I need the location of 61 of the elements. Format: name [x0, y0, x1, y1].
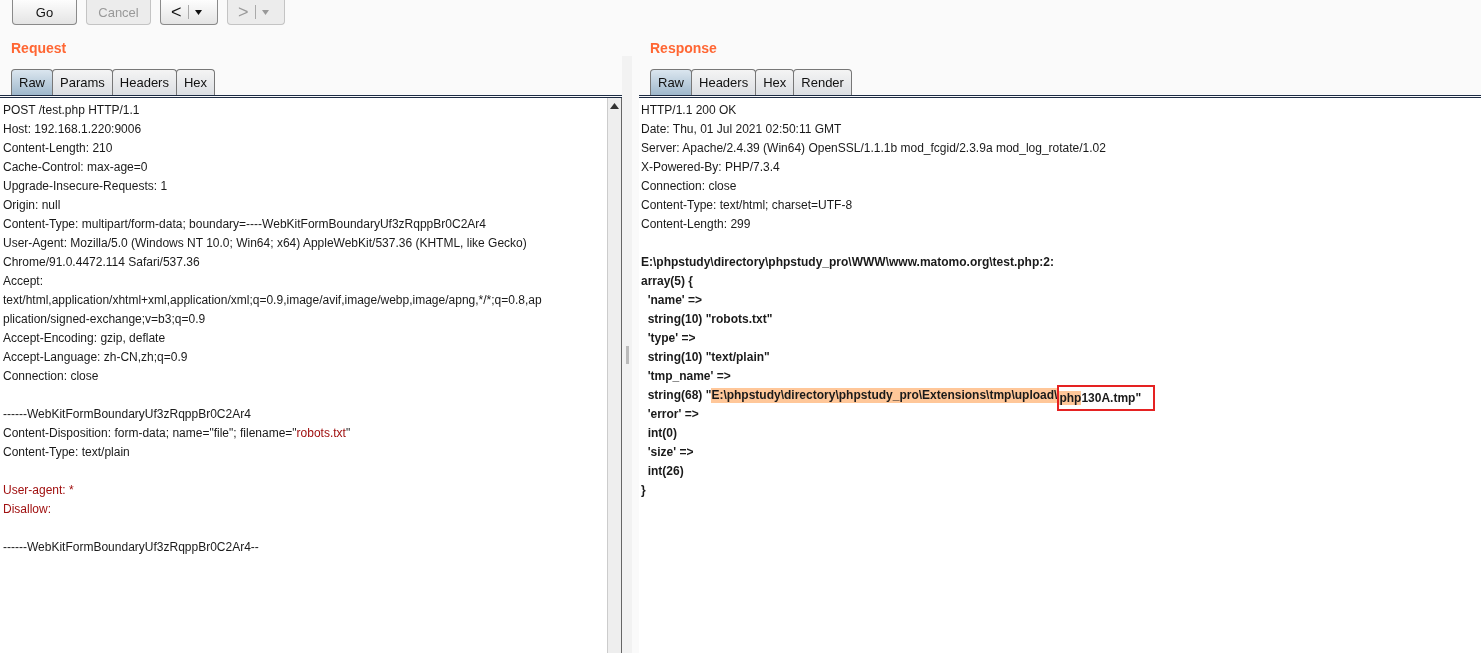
code-line: Content-Type: multipart/form-data; boundary=----WebKitFormBoundaryUf3zRqppBr0C2Ar4	[3, 216, 487, 233]
code-line: E:\phpstudy\directory\phpstudy_pro\WWW\www.matomo.org\test.php:2:	[641, 254, 1055, 271]
code-line: ------WebKitFormBoundaryUf3zRqppBr0C2Ar4--	[3, 539, 260, 556]
message-editor[interactable]	[0, 98, 622, 653]
code-line: HTTP/1.1 200 OK	[641, 102, 738, 119]
code-line: Content-Type: text/html; charset=UTF-8	[641, 197, 854, 214]
code-line: 'error' =>	[646, 406, 700, 423]
tab[interactable]: Headers	[111, 69, 177, 95]
code-line: Disallow:	[3, 501, 52, 518]
code-line: Connection: close	[641, 178, 738, 195]
code-line: Accept-Language: zh-CN,zh;q=0.9	[3, 349, 189, 366]
code-line: Content-Disposition: form-data; name="file"; filename="robots.txt"	[3, 425, 352, 442]
tab[interactable]: Raw	[650, 69, 692, 95]
code-line: Cache-Control: max-age=0	[3, 159, 149, 176]
code-line: Date: Thu, 01 Jul 2021 02:50:11 GMT	[641, 121, 843, 138]
annotation-box: php130A.tmp"	[1057, 384, 1156, 411]
code-line: Content-Length: 299	[641, 216, 752, 233]
code-line: Server: Apache/2.4.39 (Win64) OpenSSL/1.1.1b mod_fcgid/2.3.9a mod_log_rotate/1.02	[641, 140, 1107, 157]
code-line: Chrome/91.0.4472.114 Safari/537.36	[3, 254, 201, 271]
code-line: Host: 192.168.1.220:9006	[3, 121, 143, 138]
tab[interactable]: Render	[793, 69, 852, 95]
pane-title: Request	[10, 39, 68, 56]
caret-icon	[194, 9, 202, 15]
code-line: int(26)	[646, 463, 685, 480]
code-line: 'type' =>	[646, 330, 697, 347]
code-line: plication/signed-exchange;v=b3;q=0.9	[3, 311, 207, 328]
message-editor[interactable]	[639, 98, 1481, 653]
code-line: Content-Type: text/plain	[3, 444, 131, 461]
scrollbar[interactable]	[607, 98, 622, 653]
code-line: User-agent: *	[3, 482, 75, 499]
code-line: 'name' =>	[646, 292, 704, 309]
code-line: User-Agent: Mozilla/5.0 (Windows NT 10.0; Win64; x64) AppleWebKit/537.36 (KHTML, like Gecko)	[3, 235, 528, 252]
code-line: X-Powered-By: PHP/7.3.4	[641, 159, 781, 176]
code-line: }	[641, 482, 647, 499]
scroll-up-icon[interactable]	[610, 103, 619, 109]
caret-icon	[261, 9, 269, 15]
tab[interactable]: Hex	[755, 69, 795, 95]
highlighted-text: E:\phpstudy\directory\phpstudy_pro\Extensions\tmp\upload\	[711, 388, 1058, 403]
code-line: Upgrade-Insecure-Requests: 1	[3, 178, 169, 195]
code-line: Accept:	[3, 273, 45, 290]
tab[interactable]: Params	[52, 69, 113, 95]
code-line: Connection: close	[3, 368, 100, 385]
code-line: 'tmp_name' =>	[646, 368, 732, 385]
code-line: POST /test.php HTTP/1.1	[3, 102, 141, 119]
code-line: array(5) {	[641, 273, 695, 290]
code-line: Content-Length: 210	[3, 140, 114, 157]
back-button[interactable]: <	[160, 0, 218, 25]
code-line: ------WebKitFormBoundaryUf3zRqppBr0C2Ar4	[3, 406, 252, 423]
code-line: string(10) "text/plain"	[646, 349, 771, 366]
code-line: string(10) "robots.txt"	[646, 311, 774, 328]
code-line: 'size' =>	[646, 444, 695, 461]
tab[interactable]: Hex	[175, 69, 216, 95]
tab[interactable]: Headers	[691, 69, 757, 95]
tab[interactable]: Raw	[11, 69, 53, 95]
pane-title: Response	[649, 39, 718, 56]
code-line: text/html,application/xhtml+xml,application/xml;q=0.9,image/avif,image/webp,image/apng,*/*;q=0.8,ap	[3, 292, 543, 309]
code-line: int(0)	[646, 425, 678, 442]
code-line: Accept-Encoding: gzip, deflate	[3, 330, 167, 347]
code-line: Origin: null	[3, 197, 62, 214]
go-button[interactable]: Go	[12, 0, 77, 25]
code-text: string(68) "	[646, 388, 712, 403]
